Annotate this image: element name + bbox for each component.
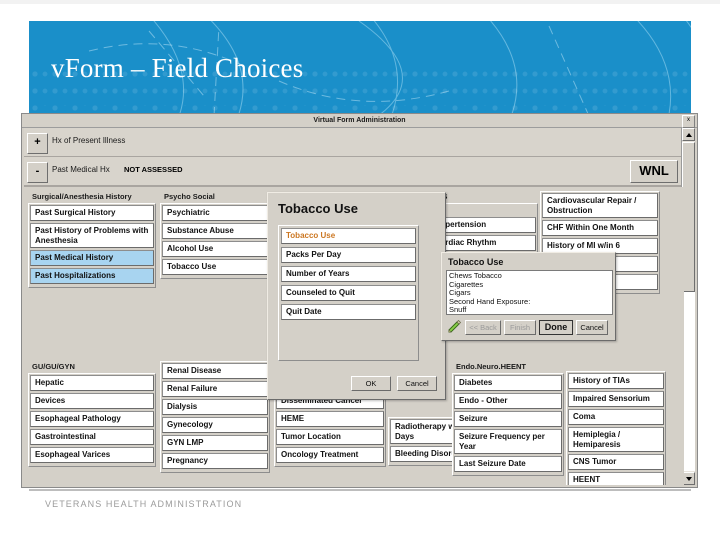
close-icon[interactable]: x: [682, 115, 695, 128]
group-renal-gyn: Renal Disease Renal Failure Dialysis Gyn…: [160, 359, 270, 473]
field-button[interactable]: Past Medical History: [30, 250, 154, 266]
group-surgical-anesthesia-history: Surgical/Anesthesia History Past Surgica…: [28, 189, 156, 288]
field-button[interactable]: Dialysis: [162, 399, 268, 415]
field-button[interactable]: GYN LMP: [162, 435, 268, 451]
tobacco-use-field-dialog: Tobacco Use Tobacco Use Packs Per Day Nu…: [267, 192, 446, 400]
dialog-field-button[interactable]: Number of Years: [281, 266, 416, 282]
field-button[interactable]: Past History of Problems with Anesthesia: [30, 223, 154, 248]
field-button[interactable]: Gynecology: [162, 417, 268, 433]
group-items: Past Surgical History Past History of Pr…: [28, 203, 156, 288]
field-button[interactable]: Gastrointestinal: [30, 429, 154, 445]
field-button[interactable]: Esophageal Varices: [30, 447, 154, 463]
wnl-button[interactable]: WNL: [630, 160, 678, 183]
group-psycho-social: Psycho Social Psychiatric Substance Abus…: [160, 189, 278, 279]
list-item[interactable]: Cigarettes: [449, 280, 610, 290]
dialog-field-button[interactable]: Tobacco Use: [281, 228, 416, 244]
field-button[interactable]: HEME: [276, 411, 384, 427]
window-title: Virtual Form Administration: [313, 117, 406, 124]
group-gu-gu-gyn: GU/GU/GYN Hepatic Devices Esophageal Pat…: [28, 359, 156, 467]
group-neuro-secondary: History of TIAs Impaired Sensorium Coma …: [566, 359, 666, 485]
cancel-button[interactable]: Cancel: [397, 376, 437, 391]
field-button[interactable]: Devices: [30, 393, 154, 409]
field-button[interactable]: Coma: [568, 409, 664, 425]
group-items: Psychiatric Substance Abuse Alcohol Use …: [160, 203, 278, 279]
field-button[interactable]: Past Hospitalizations: [30, 268, 154, 284]
dialog-field-list: Tobacco Use Packs Per Day Number of Year…: [278, 225, 419, 361]
section-label-hx-present-illness: Hx of Present Illness: [52, 136, 126, 145]
footer-divider: [29, 489, 691, 491]
group-items: History of TIAs Impaired Sensorium Coma …: [566, 371, 666, 485]
field-button[interactable]: Seizure Frequency per Year: [454, 429, 562, 454]
dialog-field-button[interactable]: Quit Date: [281, 304, 416, 320]
slide-banner: vForm – Field Choices: [29, 21, 691, 114]
group-header: GU/GU/GYN: [28, 359, 156, 373]
window-titlebar: Virtual Form Administration x: [22, 114, 697, 128]
field-button[interactable]: Oncology Treatment: [276, 447, 384, 463]
list-item[interactable]: Snuff: [449, 306, 610, 314]
field-button[interactable]: Hepatic: [30, 375, 154, 391]
dialog-button-bar: OK Cancel: [351, 376, 437, 391]
section-row-hx-present-illness: + Hx of Present Illness: [24, 128, 684, 157]
field-button[interactable]: Impaired Sensorium: [568, 391, 664, 407]
group-items: Hepatic Devices Esophageal Pathology Gas…: [28, 373, 156, 467]
slide-top-edge: [0, 0, 720, 4]
section-label-past-medical-hx: Past Medical Hx: [52, 165, 110, 174]
dialog-title: Tobacco Use: [448, 257, 504, 267]
choice-list[interactable]: Chews Tobacco Cigarettes Cigars Second H…: [446, 270, 613, 315]
field-button[interactable]: Renal Disease: [162, 363, 268, 379]
group-items: Diabetes Endo - Other Seizure Seizure Fr…: [452, 373, 564, 476]
section-row-past-medical-hx: - Past Medical Hx NOT ASSESSED WNL: [24, 157, 684, 187]
ok-button[interactable]: OK: [351, 376, 391, 391]
field-button[interactable]: Hemiplegia / Hemiparesis: [568, 427, 664, 452]
field-button[interactable]: Cardiovascular Repair / Obstruction: [542, 193, 658, 218]
collapse-minus-button[interactable]: -: [27, 162, 48, 183]
field-button[interactable]: Last Seizure Date: [454, 456, 562, 472]
scroll-up-arrow-icon[interactable]: [682, 128, 695, 141]
field-button[interactable]: Diabetes: [454, 375, 562, 391]
field-button[interactable]: Renal Failure: [162, 381, 268, 397]
group-header: Endo.Neuro.HEENT: [452, 359, 564, 373]
done-button[interactable]: Done: [539, 320, 573, 335]
dialog-field-button[interactable]: Counseled to Quit: [281, 285, 416, 301]
field-button[interactable]: Psychiatric: [162, 205, 276, 221]
field-button[interactable]: CHF Within One Month: [542, 220, 658, 236]
field-button[interactable]: Pregnancy: [162, 453, 268, 469]
field-button[interactable]: Substance Abuse: [162, 223, 276, 239]
field-button[interactable]: Alcohol Use: [162, 241, 276, 257]
field-button[interactable]: Tobacco Use: [162, 259, 276, 275]
field-button[interactable]: CNS Tumor: [568, 454, 664, 470]
field-button[interactable]: Tumor Location: [276, 429, 384, 445]
dialog-title: Tobacco Use: [278, 201, 358, 216]
field-button[interactable]: Seizure: [454, 411, 562, 427]
group-items: Renal Disease Renal Failure Dialysis Gyn…: [160, 361, 270, 473]
field-button[interactable]: HEENT: [568, 472, 664, 485]
group-endo-neuro-heent: Endo.Neuro.HEENT Diabetes Endo - Other S…: [452, 359, 564, 476]
pencil-edit-icon[interactable]: [446, 319, 462, 335]
status-badge: NOT ASSESSED: [124, 165, 183, 174]
field-button[interactable]: Esophageal Pathology: [30, 411, 154, 427]
field-button[interactable]: Past Surgical History: [30, 205, 154, 221]
dialog-button-bar: << Back Finish Done Cancel: [446, 319, 613, 336]
field-button[interactable]: Endo - Other: [454, 393, 562, 409]
group-header: Surgical/Anesthesia History: [28, 189, 156, 203]
footer-text: VETERANS HEALTH ADMINISTRATION: [45, 499, 243, 509]
expand-plus-button[interactable]: +: [27, 133, 48, 154]
cancel-button[interactable]: Cancel: [576, 320, 608, 335]
group-header: Psycho Social: [160, 189, 278, 203]
finish-button[interactable]: Finish: [504, 320, 536, 335]
tobacco-use-choice-dialog: Tobacco Use Chews Tobacco Cigarettes Cig…: [441, 252, 616, 341]
page-title: vForm – Field Choices: [51, 53, 304, 83]
list-item[interactable]: Second Hand Exposure:: [449, 297, 610, 307]
back-button[interactable]: << Back: [465, 320, 501, 335]
field-button[interactable]: History of TIAs: [568, 373, 664, 389]
dialog-field-button[interactable]: Packs Per Day: [281, 247, 416, 263]
